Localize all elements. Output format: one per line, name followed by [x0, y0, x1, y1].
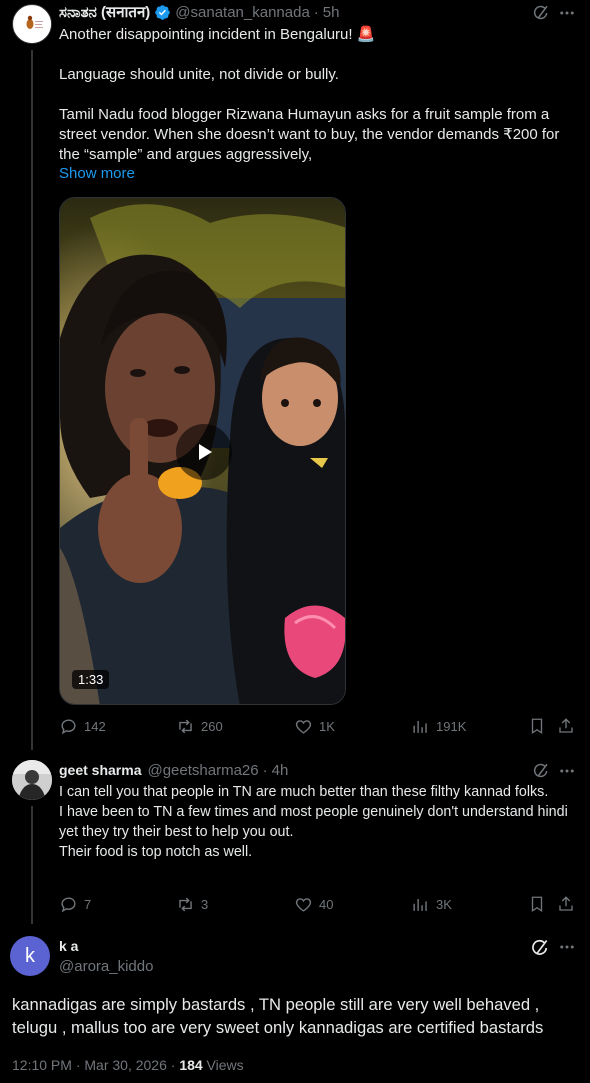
repost-button[interactable]: 260	[176, 717, 223, 736]
reply-button[interactable]: 142	[59, 717, 106, 736]
repost-count: 260	[201, 719, 223, 734]
share-icon	[559, 718, 573, 733]
more-options-icon[interactable]	[556, 937, 578, 957]
avatar[interactable]	[12, 4, 52, 44]
share-icon	[559, 896, 573, 911]
video-duration: 1:33	[72, 670, 110, 689]
post-time[interactable]: 4h	[272, 762, 289, 779]
post-text: I can tell you that people in TN are muc…	[59, 784, 568, 860]
view-count: 191K	[436, 719, 467, 734]
play-button[interactable]	[176, 424, 232, 480]
like-count: 1K	[319, 719, 335, 734]
post-text: Another disappointing incident in Bengal…	[59, 26, 560, 163]
bookmark-icon	[531, 718, 543, 735]
reply-icon	[61, 719, 76, 735]
heart-icon	[295, 898, 312, 912]
author-handle[interactable]: @arora_kiddo	[59, 958, 153, 975]
share-button[interactable]	[556, 716, 576, 736]
author-name[interactable]: ಸನಾತನ (सनातन)	[59, 2, 150, 22]
avatar[interactable]	[12, 760, 52, 800]
bookmark-icon	[531, 896, 543, 913]
author-handle[interactable]: @sanatan_kannada	[175, 4, 310, 21]
analytics-icon	[413, 720, 427, 733]
separator-dot: ·	[262, 761, 268, 779]
analytics-icon	[413, 898, 427, 911]
post-text: kannadigas are simply bastards , TN peop…	[12, 995, 544, 1037]
post-header: ಸನಾತನ (सनातन) @sanatan_kannada · 5h	[59, 2, 519, 22]
video-player[interactable]: 1:33	[59, 197, 346, 705]
grok-icon[interactable]	[528, 936, 552, 960]
author-handle[interactable]: @geetsharma26	[147, 762, 258, 779]
play-icon	[199, 444, 212, 460]
avatar-letter: k	[25, 944, 35, 967]
grok-icon[interactable]	[530, 760, 552, 782]
repost-icon	[179, 719, 192, 734]
reply-button[interactable]: 7	[59, 895, 91, 914]
bookmark-button[interactable]	[527, 716, 547, 736]
like-button[interactable]: 40	[294, 895, 333, 914]
heart-icon	[295, 720, 312, 734]
views-button[interactable]: 191K	[411, 717, 466, 736]
share-button[interactable]	[556, 894, 576, 914]
like-button[interactable]: 1K	[294, 717, 335, 736]
post-time[interactable]: 5h	[323, 4, 340, 21]
views-label: Views	[202, 1057, 244, 1073]
view-count: 3K	[436, 897, 452, 912]
grok-icon[interactable]	[530, 2, 552, 24]
timestamp-text[interactable]: 12:10 PM · Mar 30, 2026 ·	[12, 1057, 179, 1073]
repost-icon	[179, 897, 192, 912]
like-count: 40	[319, 897, 334, 912]
more-options-icon[interactable]	[556, 761, 578, 781]
views-number: 184	[179, 1057, 203, 1073]
show-more-link[interactable]: Show more	[59, 165, 135, 182]
more-options-icon[interactable]	[556, 3, 578, 23]
verified-icon	[154, 4, 171, 21]
views-button[interactable]: 3K	[411, 895, 452, 914]
reply-count: 7	[84, 897, 92, 912]
repost-button[interactable]: 3	[176, 895, 208, 914]
avatar[interactable]: k	[10, 936, 50, 976]
bookmark-button[interactable]	[527, 894, 547, 914]
author-name[interactable]: k a	[59, 938, 78, 954]
author-name[interactable]: geet sharma	[59, 762, 141, 778]
separator-dot: ·	[313, 3, 319, 21]
thread-connector	[31, 806, 33, 924]
post-timestamp: 12:10 PM · Mar 30, 2026 · 184 Views	[12, 1057, 244, 1073]
reply-icon	[61, 897, 76, 913]
thread-connector	[31, 50, 33, 750]
post-header: geet sharma @geetsharma26 · 4h	[59, 760, 519, 780]
reply-count: 142	[84, 719, 106, 734]
repost-count: 3	[201, 897, 209, 912]
